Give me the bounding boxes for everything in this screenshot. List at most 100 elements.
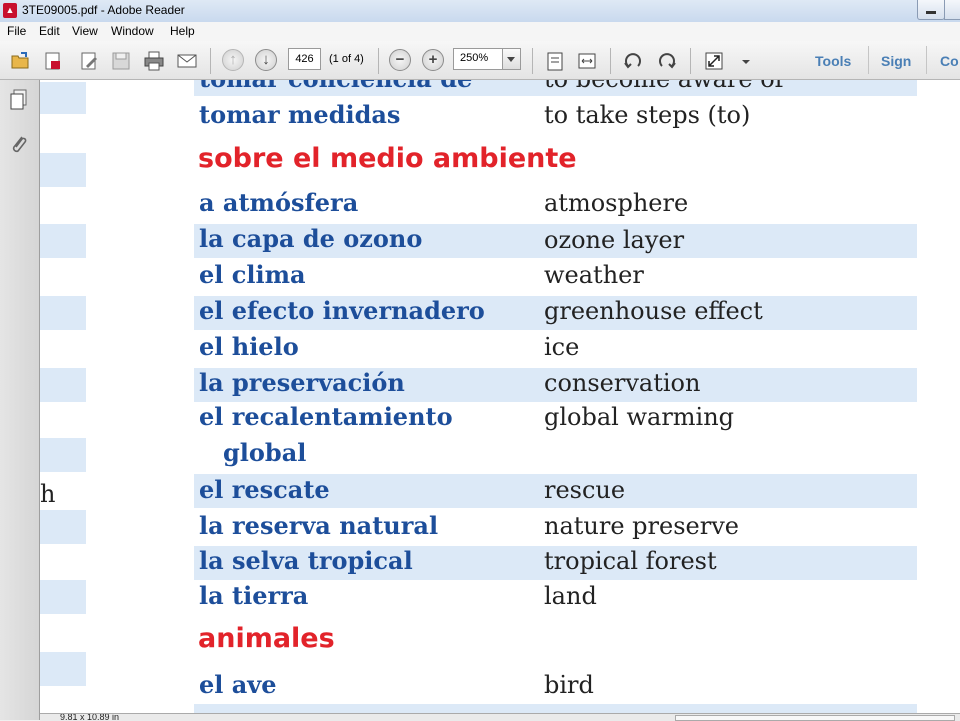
spanish-term: la selva tropical [199, 546, 413, 575]
menu-file[interactable]: File [7, 24, 26, 38]
column-row-band [40, 224, 86, 258]
page-count: (1 of 4) [329, 53, 364, 65]
toolbar-separator [610, 48, 611, 74]
english-translation: ozone layer [544, 226, 685, 254]
toolbar-separator [926, 46, 927, 74]
previous-column-text: h [40, 480, 56, 508]
menu-window[interactable]: Window [111, 24, 154, 38]
spanish-term: el ave [199, 670, 277, 699]
document-view[interactable]: h tomar conciencia de to become aware of… [40, 80, 960, 713]
previous-page-button[interactable]: ↑ [222, 49, 244, 71]
email-icon[interactable] [176, 50, 198, 72]
spanish-term: el hielo [199, 332, 299, 361]
save-icon[interactable] [110, 50, 132, 72]
vocab-row: el clima weather [194, 260, 917, 294]
english-translation: global warming [544, 403, 735, 431]
english-translation: bird [544, 671, 594, 699]
edit-pdf-icon[interactable] [78, 50, 100, 72]
page-thumbnails-icon[interactable] [8, 88, 30, 112]
vocab-row: la preservación conservation [194, 368, 917, 402]
vocab-row: a atmósfera atmosphere [194, 186, 917, 220]
english-translation: rescue [544, 476, 626, 504]
menu-help[interactable]: Help [170, 24, 195, 38]
toolbar-separator [378, 48, 379, 74]
toolbar-separator [210, 48, 211, 74]
window-title: 3TE09005.pdf - Adobe Reader [22, 3, 185, 17]
section-heading: sobre el medio ambiente [198, 143, 577, 174]
vocab-row: la tierra land [194, 582, 917, 616]
minimize-button[interactable] [917, 0, 945, 20]
vocab-row: la selva tropical tropical forest [194, 546, 917, 580]
english-translation: conservation [544, 369, 701, 397]
vocab-row: el rescate rescue [194, 474, 917, 508]
title-bar: ▲ 3TE09005.pdf - Adobe Reader [0, 0, 960, 23]
toolbar-separator [532, 48, 533, 74]
spanish-term: el recalentamiento [199, 402, 453, 431]
spanish-term: la capa de ozono [199, 224, 423, 253]
zoom-in-button[interactable]: + [422, 49, 444, 71]
menu-view[interactable]: View [72, 24, 98, 38]
zoom-out-button[interactable]: − [389, 49, 411, 71]
chevron-down-icon[interactable] [735, 50, 757, 72]
vocab-row: tomar medidas to take steps (to) [194, 98, 917, 132]
horizontal-scrollbar-thumb[interactable] [675, 715, 955, 721]
menu-edit[interactable]: Edit [39, 24, 60, 38]
spanish-term: el rescate [199, 475, 330, 504]
english-translation: nature preserve [544, 512, 739, 540]
navigation-pane [0, 80, 40, 720]
toolbar-separator [690, 48, 691, 74]
english-translation: to become aware of [544, 80, 784, 93]
vocab-row [194, 704, 917, 713]
zoom-dropdown-button[interactable] [502, 49, 520, 69]
spanish-term-continued: global [223, 438, 307, 467]
vocab-row: el efecto invernadero greenhouse effect [194, 296, 917, 330]
full-screen-icon[interactable] [703, 50, 725, 72]
maximize-button[interactable] [944, 0, 960, 20]
english-translation: land [544, 582, 597, 610]
column-row-band [40, 82, 86, 114]
tools-pane-button[interactable]: Tools [815, 53, 851, 69]
page-number-input[interactable]: 426 [288, 48, 321, 70]
column-row-band [40, 153, 86, 187]
create-pdf-icon[interactable] [42, 50, 64, 72]
vocab-row: el recalentamiento global global warming [194, 402, 917, 472]
rotate-cw-icon[interactable] [656, 50, 678, 72]
fit-width-icon[interactable] [576, 50, 598, 72]
spanish-term: el clima [199, 260, 306, 289]
column-row-band [40, 296, 86, 330]
sign-pane-button[interactable]: Sign [881, 53, 911, 69]
spanish-term: a atmósfera [199, 188, 359, 217]
comment-pane-button[interactable]: Co [940, 53, 959, 69]
spanish-term: la preservación [199, 368, 405, 397]
english-translation: greenhouse effect [544, 297, 763, 325]
column-row-band [40, 368, 86, 402]
spanish-term: la reserva natural [199, 511, 439, 540]
menu-bar: File Edit View Window Help [0, 22, 960, 41]
english-translation: to take steps (to) [544, 101, 751, 129]
print-icon[interactable] [143, 50, 165, 72]
english-translation: tropical forest [544, 547, 717, 575]
english-translation: ice [544, 333, 580, 361]
spanish-term: la tierra [199, 581, 309, 610]
column-row-band [40, 510, 86, 544]
spanish-term: tomar medidas [199, 100, 401, 129]
spanish-term: el efecto invernadero [199, 296, 485, 325]
open-file-icon[interactable] [9, 50, 31, 72]
rotate-ccw-icon[interactable] [622, 50, 644, 72]
toolbar-separator [868, 46, 869, 74]
column-row-band [40, 580, 86, 614]
column-row-band [40, 652, 86, 686]
zoom-value: 250% [460, 52, 489, 64]
vocab-row: el hielo ice [194, 332, 917, 366]
english-translation: atmosphere [544, 189, 689, 217]
vocab-row: la capa de ozono ozone layer [194, 224, 917, 258]
fit-page-icon[interactable] [544, 50, 566, 72]
vocab-row: el ave bird [194, 668, 917, 702]
attachments-paperclip-icon[interactable] [8, 132, 30, 156]
column-row-band [40, 438, 86, 472]
next-page-button[interactable]: ↓ [255, 49, 277, 71]
spanish-term: tomar conciencia de [199, 80, 472, 93]
vocab-row: tomar conciencia de to become aware of [194, 80, 917, 96]
vocab-row: la reserva natural nature preserve [194, 510, 917, 544]
zoom-select[interactable]: 250% [453, 48, 521, 70]
